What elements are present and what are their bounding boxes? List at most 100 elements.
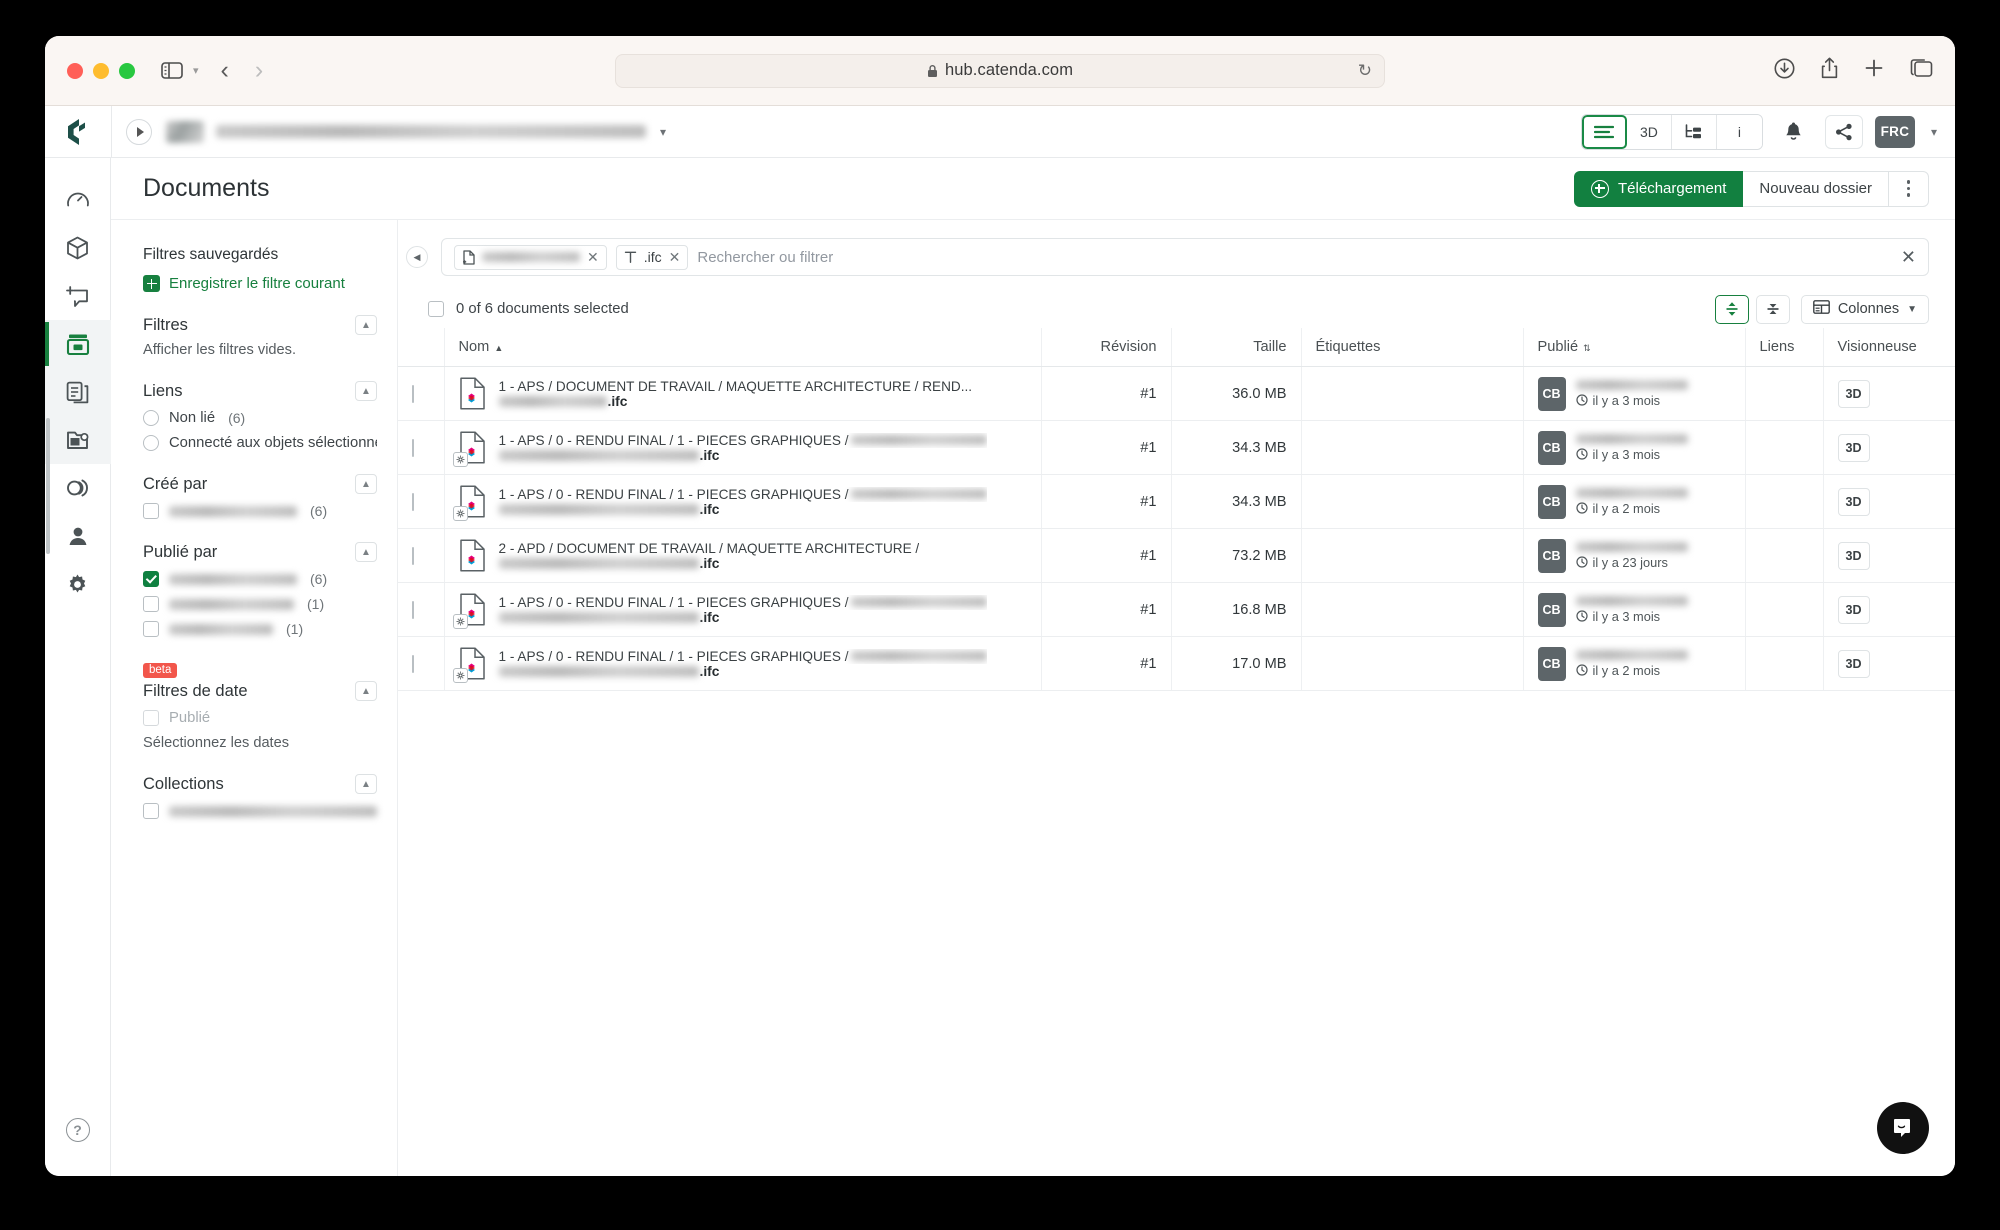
filter-option-creator[interactable]: (6) [143,503,377,519]
sidebar-item-dashboard[interactable] [45,176,111,224]
col-revision[interactable]: Révision [1040,328,1171,367]
row-checkbox[interactable] [412,546,414,565]
open-3d-viewer-button[interactable]: 3D [1837,433,1870,462]
row-name-cell[interactable]: 1 - APS / 0 - RENDU FINAL / 1 - PIECES G… [443,582,1041,637]
table-row[interactable]: 1 - APS / 0 - RENDU FINAL / 1 - PIECES G… [398,420,1955,475]
columns-dropdown[interactable]: Colonnes ▼ [1800,294,1929,324]
select-dates-label[interactable]: Sélectionnez les dates [143,735,377,751]
upload-button[interactable]: Téléchargement [1574,170,1744,207]
row-checkbox[interactable] [412,438,414,457]
3d-view-button[interactable]: 3D [1626,114,1672,149]
new-folder-button[interactable]: Nouveau dossier [1743,170,1889,207]
tab-overview-icon[interactable] [1910,58,1933,83]
checkbox[interactable] [143,596,159,612]
show-empty-filters-label[interactable]: Afficher les filtres vides. [143,342,377,358]
col-nom[interactable]: Nom ▲ [443,328,1041,367]
col-taille[interactable]: Taille [1170,328,1301,367]
bell-icon[interactable] [1774,114,1813,149]
table-row[interactable]: 1 - APS / 0 - RENDU FINAL / 1 - PIECES G… [398,582,1955,637]
col-publie[interactable]: Publié ⇅ [1522,328,1745,367]
user-avatar[interactable]: FRC [1874,115,1915,148]
row-checkbox[interactable] [412,654,414,673]
list-view-button[interactable] [1581,114,1627,149]
expand-rows-button[interactable] [1714,294,1749,324]
close-window-button[interactable] [67,62,83,79]
row-name-cell[interactable]: 2 - APD / DOCUMENT DE TRAVAIL / MAQUETTE… [443,528,1041,583]
project-name[interactable] [216,125,646,138]
chip-folder-filter[interactable]: ✕ [454,244,607,270]
filter-option-collection[interactable] [143,803,377,819]
chevron-up-icon[interactable]: ▲ [355,315,377,335]
filter-option-non-lie[interactable]: Non lié (6) [143,410,377,426]
chevron-down-icon[interactable]: ▾ [1931,125,1937,139]
open-3d-viewer-button[interactable]: 3D [1837,595,1870,624]
select-all-checkbox[interactable] [428,301,444,317]
radio-button[interactable] [143,410,159,426]
checkbox[interactable] [143,710,159,726]
download-icon[interactable] [1774,58,1795,84]
forward-arrow-icon[interactable]: › [255,58,263,83]
table-row[interactable]: 1 - APS / 0 - RENDU FINAL / 1 - PIECES G… [398,636,1955,691]
row-name-cell[interactable]: 1 - APS / DOCUMENT DE TRAVAIL / MAQUETTE… [443,366,1041,421]
chevron-up-icon[interactable]: ▲ [355,542,377,562]
sidebar-item-documents[interactable] [45,320,111,368]
chevron-down-icon[interactable]: ▾ [660,125,666,139]
chevron-up-icon[interactable]: ▲ [355,474,377,494]
radio-button[interactable] [143,435,159,451]
row-name-cell[interactable]: 1 - APS / 0 - RENDU FINAL / 1 - PIECES G… [443,636,1041,691]
chip-extension-filter[interactable]: .ifc ✕ [615,244,689,270]
open-3d-viewer-button[interactable]: 3D [1837,487,1870,516]
chevron-up-icon[interactable]: ▲ [355,774,377,794]
address-bar[interactable]: hub.catenda.com ↻ [615,53,1385,88]
filter-option-publisher-1[interactable]: (6) [143,571,377,587]
sidebar-toggle-icon[interactable] [157,59,187,83]
sidebar-item-settings[interactable] [45,560,111,608]
open-3d-viewer-button[interactable]: 3D [1837,379,1870,408]
sidebar-item-models[interactable] [45,224,111,272]
rail-scrollbar[interactable] [46,418,50,554]
help-button[interactable]: ? [45,1106,111,1154]
close-icon[interactable]: ✕ [669,250,681,264]
row-name-cell[interactable]: 1 - APS / 0 - RENDU FINAL / 1 - PIECES G… [443,420,1041,475]
open-3d-viewer-button[interactable]: 3D [1837,541,1870,570]
new-tab-icon[interactable] [1864,58,1884,83]
row-name-cell[interactable]: 1 - APS / 0 - RENDU FINAL / 1 - PIECES G… [443,474,1041,529]
checkbox[interactable] [143,621,159,637]
intercom-chat-button[interactable] [1877,1102,1929,1154]
save-current-filter-button[interactable]: Enregistrer le filtre courant [143,275,397,292]
info-view-button[interactable]: i [1716,114,1762,149]
checkbox[interactable] [143,571,159,587]
chevron-down-icon[interactable]: ▾ [193,64,199,77]
clear-icon[interactable]: ✕ [1901,247,1916,268]
filter-option-date-publie[interactable]: Publié [143,710,377,726]
col-etiquettes[interactable]: Étiquettes [1300,328,1523,367]
row-checkbox[interactable] [412,384,414,403]
col-visionneuse[interactable]: Visionneuse [1822,328,1955,367]
close-icon[interactable]: ✕ [587,250,599,264]
chevron-up-icon[interactable]: ▲ [355,381,377,401]
table-row[interactable]: 1 - APS / 0 - RENDU FINAL / 1 - PIECES G… [398,474,1955,529]
search-filter-box[interactable]: ✕ .ifc ✕ Rechercher ou filtrer ✕ [441,238,1929,276]
collapse-panel-icon[interactable]: ◀ [406,246,428,268]
sidebar-item-issues[interactable] [45,272,111,320]
chevron-up-icon[interactable]: ▲ [355,681,377,701]
open-3d-viewer-button[interactable]: 3D [1837,649,1870,678]
checkbox[interactable] [143,803,159,819]
row-checkbox[interactable] [412,600,414,619]
minimize-window-button[interactable] [93,62,109,79]
search-input[interactable]: Rechercher ou filtrer [697,249,833,266]
catenda-logo[interactable] [45,118,111,146]
filter-option-publisher-2[interactable]: (1) [143,596,377,612]
sidebar-item-sheets[interactable] [45,368,111,416]
maximize-window-button[interactable] [119,62,135,79]
sidebar-item-members[interactable] [45,512,111,560]
project-expand-icon[interactable] [126,118,152,145]
filter-option-publisher-3[interactable]: (1) [143,621,377,637]
checkbox[interactable] [143,503,159,519]
table-row[interactable]: 1 - APS / DOCUMENT DE TRAVAIL / MAQUETTE… [398,366,1955,421]
sidebar-item-links[interactable] [45,464,111,512]
table-row[interactable]: 2 - APD / DOCUMENT DE TRAVAIL / MAQUETTE… [398,528,1955,583]
row-checkbox[interactable] [412,492,414,511]
reload-icon[interactable]: ↻ [1358,61,1372,81]
more-options-icon[interactable] [1889,170,1929,207]
